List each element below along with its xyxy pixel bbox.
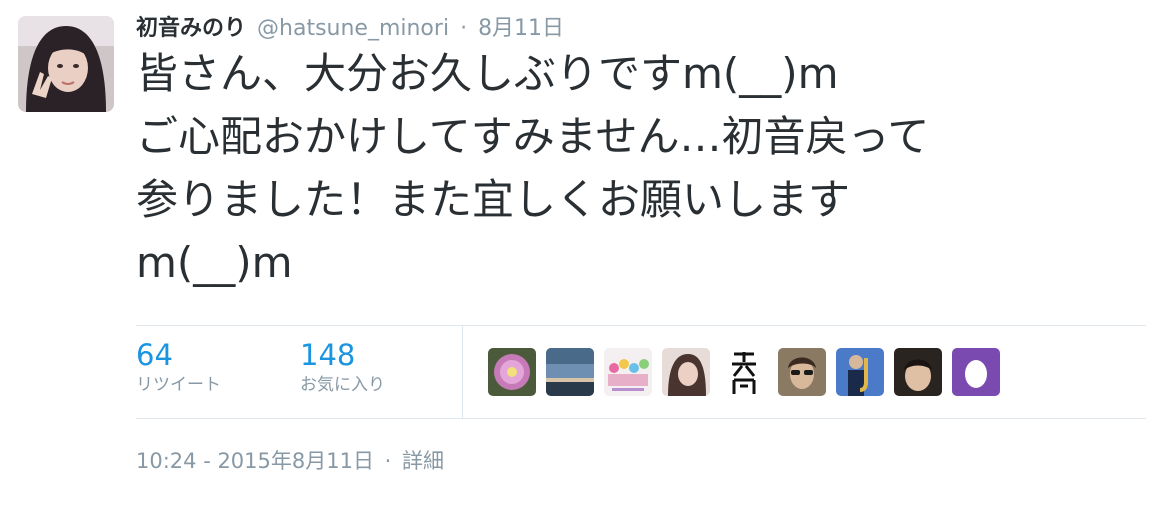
liker-avatar[interactable] xyxy=(604,348,652,396)
liker-avatar[interactable] xyxy=(488,348,536,396)
header-separator: · xyxy=(460,16,468,41)
sky-sunset-icon xyxy=(546,348,594,396)
retweet-stat[interactable]: 64 リツイート xyxy=(136,338,221,398)
tweet-text: 皆さん、大分お久しぶりですm(__)m ご心配おかけしてすみません…初音戻って … xyxy=(136,42,1136,294)
retweet-count: 64 xyxy=(136,338,173,372)
liker-avatar[interactable] xyxy=(778,348,826,396)
favorited-by-list xyxy=(488,348,1010,396)
avatar-portrait-icon xyxy=(18,16,114,112)
liker-avatar[interactable] xyxy=(546,348,594,396)
liker-avatar[interactable] xyxy=(952,348,1000,396)
cactus-flower-icon xyxy=(488,348,536,396)
liker-avatar[interactable] xyxy=(894,348,942,396)
man-sunglasses-icon xyxy=(778,348,826,396)
user-avatar[interactable] xyxy=(18,16,114,112)
tweet-text-line: 皆さん、大分お久しぶりですm(__)m xyxy=(136,49,839,98)
colorful-group-icon xyxy=(604,348,652,396)
tweet-stats: 64 リツイート 148 お気に入り xyxy=(136,325,1146,419)
tweet-text-line: 参りました！また宜しくお願いします xyxy=(136,175,851,224)
liker-avatar[interactable] xyxy=(836,348,884,396)
favorite-stat[interactable]: 148 お気に入り xyxy=(300,338,385,398)
details-link[interactable]: 詳細 xyxy=(402,449,444,473)
favorite-label: お気に入り xyxy=(300,375,385,395)
footer-separator: · xyxy=(384,449,392,473)
tweet-footer: 10:24 - 2015年8月11日 · 詳細 xyxy=(136,446,444,476)
liker-avatar[interactable] xyxy=(720,348,768,396)
liker-avatar[interactable] xyxy=(662,348,710,396)
user-handle[interactable]: @hatsune_minori xyxy=(257,16,449,41)
girl-portrait-icon xyxy=(662,348,710,396)
man-portrait-icon xyxy=(894,348,942,396)
kanji-calligraphy-icon xyxy=(720,348,768,396)
tweet-text-line: ご心配おかけしてすみません…初音戻って xyxy=(136,112,930,161)
stats-divider xyxy=(462,326,463,418)
tweet-header: 初音みのり @hatsune_minori · 8月11日 xyxy=(136,14,564,44)
tweet-timestamp[interactable]: 10:24 - 2015年8月11日 xyxy=(136,449,374,473)
display-name[interactable]: 初音みのり xyxy=(136,16,246,41)
default-egg-icon xyxy=(952,348,1000,396)
favorite-count: 148 xyxy=(300,338,356,372)
tweet-date[interactable]: 8月11日 xyxy=(478,16,564,41)
saxophone-player-icon xyxy=(836,348,884,396)
tweet-text-line: m(__)m xyxy=(136,238,293,287)
retweet-label: リツイート xyxy=(136,375,221,395)
